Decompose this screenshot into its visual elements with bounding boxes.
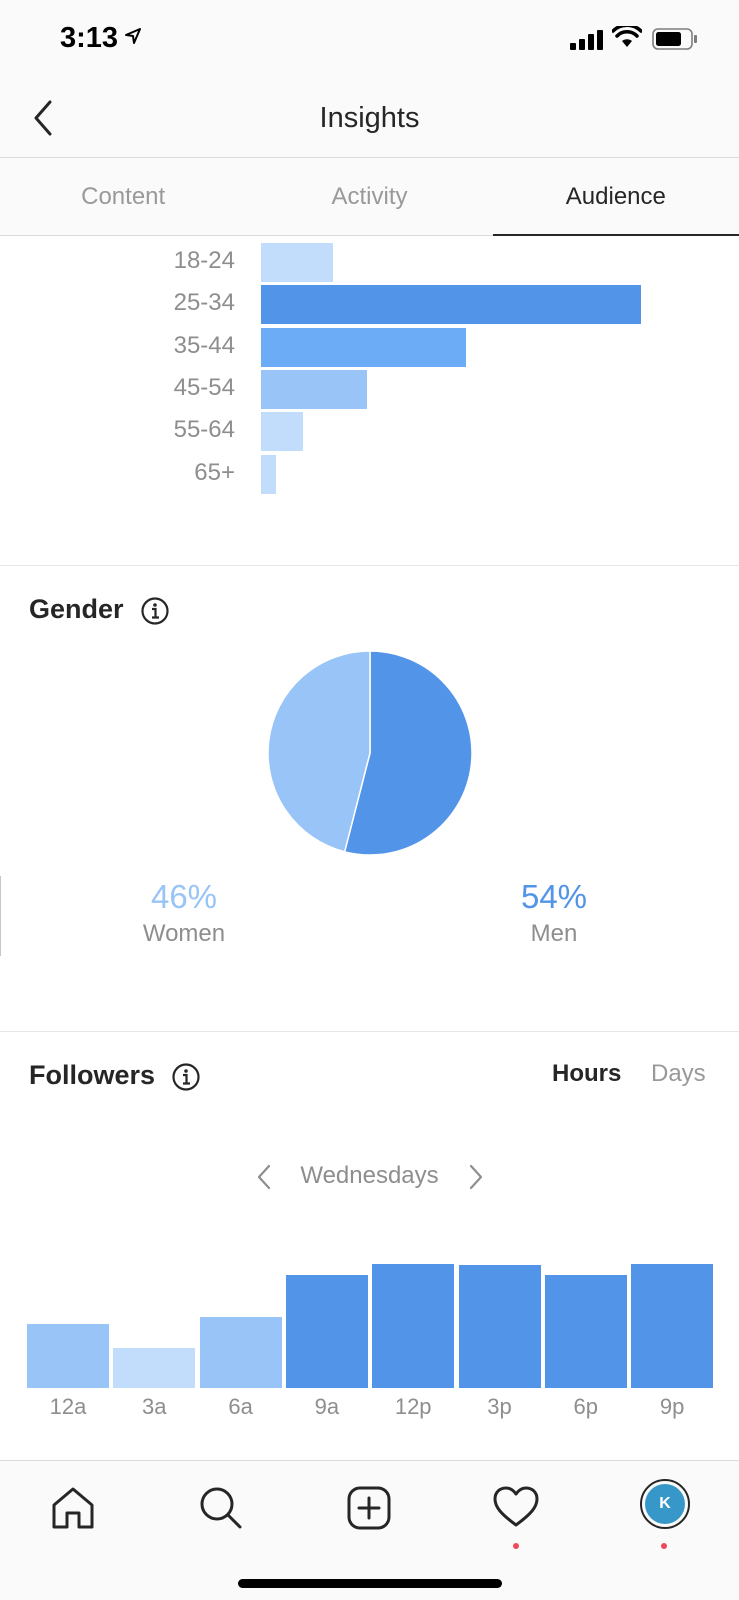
day-navigator: Wednesdays (0, 1158, 739, 1198)
age-row: 18-24 (0, 242, 739, 282)
tab-content[interactable]: Content (0, 158, 246, 235)
age-bar (261, 412, 303, 452)
profile-notification-dot (661, 1543, 667, 1549)
gender-section: Gender 46% Women 54% Men (0, 566, 739, 1032)
women-percent: 46% (150, 878, 218, 915)
days-toggle[interactable]: Days (651, 1060, 706, 1088)
battery-icon (652, 28, 697, 50)
men-percent: 54% (520, 878, 588, 915)
page-title: Insights (319, 102, 420, 134)
hours-toggle[interactable]: Hours (552, 1060, 621, 1088)
age-row: 35-44 (0, 327, 739, 367)
hour-label: 12p (394, 1394, 432, 1419)
activity-notification-dot (513, 1543, 519, 1549)
hour-bar (372, 1264, 455, 1388)
hour-bar (285, 1275, 368, 1388)
home-icon[interactable] (48, 1483, 98, 1533)
tab-audience[interactable]: Audience (492, 158, 739, 236)
age-range-chart: 18-24 25-34 35-44 45-54 55-64 65+ (0, 236, 739, 566)
info-icon[interactable] (140, 596, 170, 626)
hour-bar (458, 1265, 541, 1388)
hour-label: 3p (487, 1394, 512, 1419)
chevron-right-icon[interactable] (466, 1162, 486, 1192)
men-label: Men (530, 920, 578, 947)
status-bar: 3:13 (0, 0, 739, 80)
hour-label: 9a (314, 1394, 340, 1419)
age-bar (261, 369, 368, 409)
hour-bar (27, 1323, 109, 1388)
age-label: 25-34 (173, 289, 235, 317)
info-icon[interactable] (171, 1062, 201, 1092)
home-indicator (238, 1579, 502, 1588)
hour-label: 6p (573, 1394, 599, 1419)
age-bar (261, 327, 467, 367)
age-label: 18-24 (173, 247, 235, 274)
gender-title: Gender (29, 594, 124, 624)
age-row: 25-34 (0, 284, 739, 325)
age-label: 45-54 (173, 373, 235, 401)
day-label: Wednesdays (300, 1162, 439, 1189)
hour-label: 12a (49, 1394, 87, 1419)
age-label: 65+ (194, 458, 235, 486)
age-row: 45-54 (0, 369, 739, 409)
age-row: 65+ (0, 454, 739, 494)
avatar-letter: K (645, 1484, 685, 1524)
profile-avatar[interactable]: K (640, 1479, 690, 1529)
men-stat: 54% Men (454, 878, 654, 948)
hour-label: 6a (228, 1394, 253, 1419)
bottom-tab-bar: K (0, 1460, 739, 1600)
age-label: 55-64 (173, 416, 235, 444)
hour-bar (631, 1264, 714, 1388)
age-row: 55-64 (0, 411, 739, 452)
status-time: 3:13 (60, 22, 119, 54)
age-bar (261, 243, 334, 282)
women-label: Women (142, 920, 226, 947)
hour-label: 9p (659, 1394, 685, 1419)
women-stat: 46% Women (84, 878, 284, 948)
gender-pie-chart (267, 650, 473, 856)
age-bar (261, 285, 641, 325)
tab-activity[interactable]: Activity (246, 158, 492, 235)
search-icon[interactable] (196, 1483, 246, 1533)
divider (0, 876, 1, 956)
activity-heart-icon[interactable] (491, 1483, 541, 1533)
hour-bar (544, 1275, 627, 1388)
hour-label: 3a (142, 1394, 167, 1419)
age-bar (261, 454, 277, 494)
hour-bar (113, 1348, 196, 1388)
header: Insights (0, 80, 739, 158)
cellular-signal-icon (570, 30, 603, 50)
followers-title: Followers (29, 1060, 156, 1090)
hour-bar (199, 1317, 282, 1388)
followers-section: Followers Hours Days Wednesdays 12a 3a 6a 9… (0, 1032, 739, 1460)
age-label: 35-44 (173, 331, 235, 359)
wifi-icon (612, 26, 642, 47)
location-arrow-icon (125, 28, 141, 44)
new-post-icon[interactable] (344, 1483, 394, 1533)
insights-tabs: Content Activity Audience (0, 158, 739, 236)
